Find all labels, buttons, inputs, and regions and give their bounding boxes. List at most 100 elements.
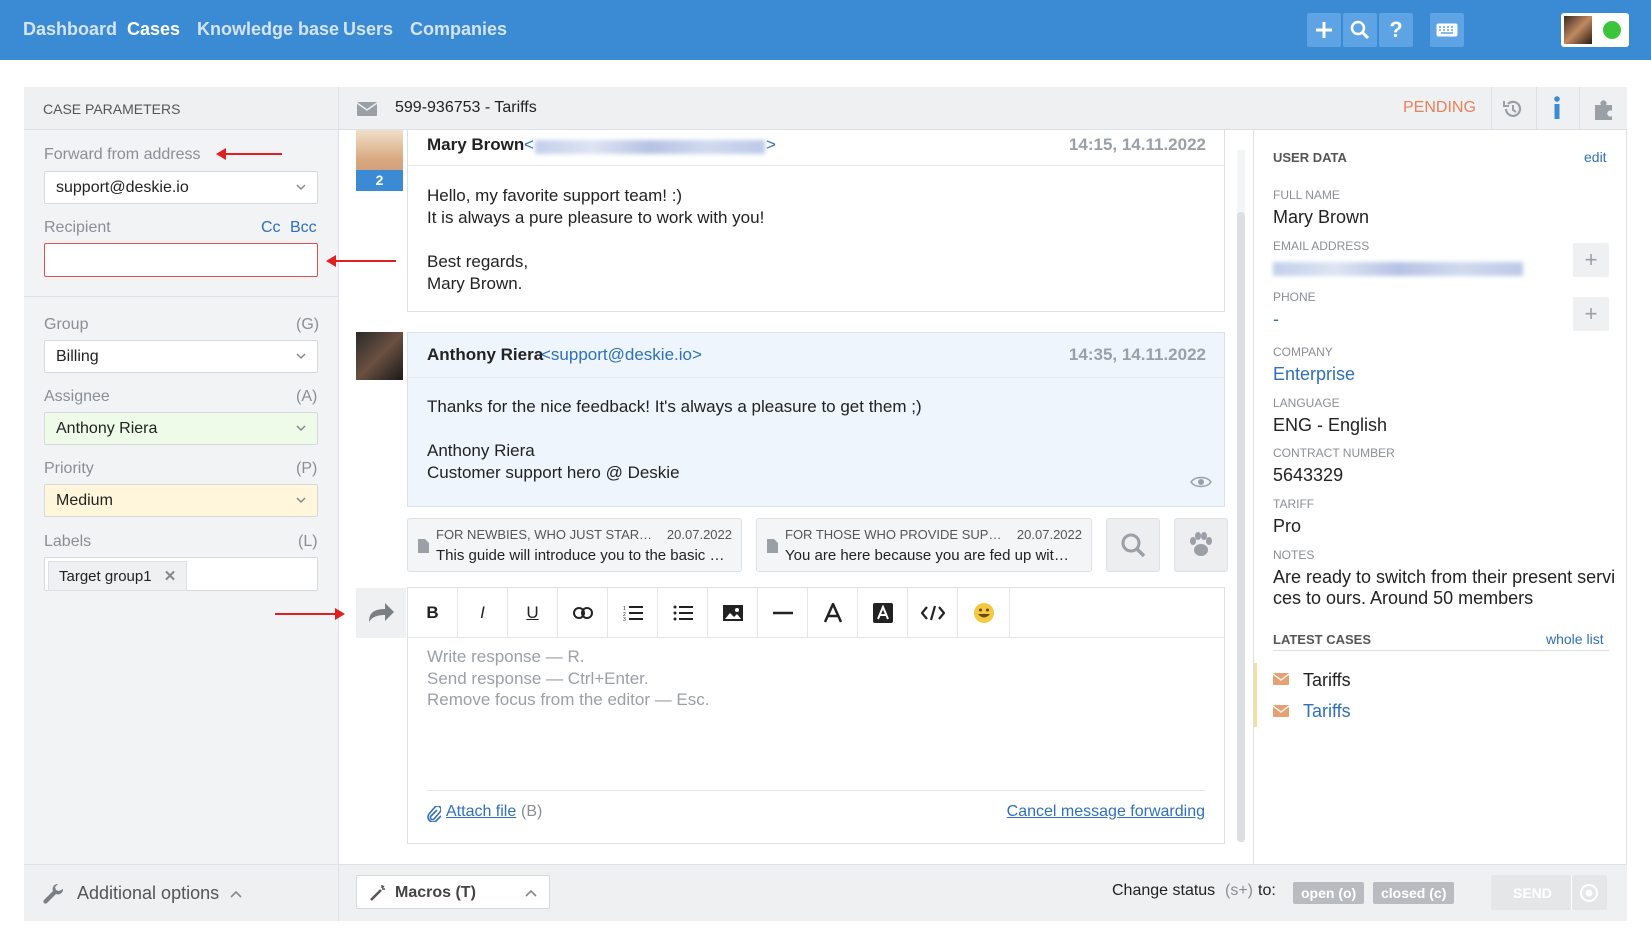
response-editor[interactable]: B I U 123 Write response — R. Send respo… xyxy=(407,587,1225,844)
latest-case-item: Tariffs xyxy=(1303,670,1351,690)
paperclip-icon xyxy=(427,806,441,822)
sender-name: Mary Brown xyxy=(427,135,525,154)
envelope-icon xyxy=(1273,705,1289,717)
kb-suggestion[interactable]: FOR THOSE WHO PROVIDE SUPPORT 20.07.2022… xyxy=(756,518,1092,572)
priority-select[interactable]: Medium xyxy=(44,484,318,517)
label-tag: Target group1 ✕ xyxy=(48,561,188,591)
italic-button[interactable]: I xyxy=(458,588,508,638)
history-icon[interactable] xyxy=(1502,98,1524,120)
macros-button[interactable]: Macros (T) xyxy=(356,875,550,909)
kb-suggestion[interactable]: FOR NEWBIES, WHO JUST STARTED 20.07.2022… xyxy=(407,518,742,572)
language-value: ENG - English xyxy=(1273,415,1388,435)
text-color-button[interactable] xyxy=(808,588,858,638)
group-value: Billing xyxy=(56,348,99,365)
priority-label: Priority xyxy=(44,460,94,477)
eye-icon[interactable] xyxy=(1190,475,1212,489)
status-closed-button[interactable]: closed (c) xyxy=(1373,882,1455,904)
language-label: LANGUAGE xyxy=(1273,396,1340,410)
paw-icon xyxy=(1190,532,1212,556)
puzzle-icon[interactable] xyxy=(1593,97,1617,121)
text-color-icon xyxy=(823,603,842,623)
wrench-icon xyxy=(43,883,64,904)
additional-options-toggle[interactable]: Additional options xyxy=(24,864,339,921)
horizontal-rule-button[interactable] xyxy=(758,588,808,638)
assignee-value: Anthony Riera xyxy=(56,420,158,437)
emoji-icon xyxy=(973,603,994,623)
search-icon[interactable] xyxy=(1343,13,1377,47)
code-button[interactable] xyxy=(908,588,958,638)
kb-search-button[interactable] xyxy=(1106,518,1160,572)
plus-icon[interactable] xyxy=(1307,13,1341,47)
cancel-forwarding-link[interactable]: Cancel message forwarding xyxy=(1007,803,1205,821)
priority-shortcut: (P) xyxy=(296,460,318,477)
sender-email[interactable]: <support@deskie.io> xyxy=(541,345,702,365)
message-line: It is always a pure pleasure to work wit… xyxy=(427,208,765,227)
highlight-button[interactable] xyxy=(858,588,908,638)
forward-label: Forward from address xyxy=(44,146,201,163)
nav-dashboard[interactable]: Dashboard xyxy=(23,19,117,40)
envelope-icon xyxy=(1273,673,1289,685)
magic-wand-icon xyxy=(370,885,385,901)
emoji-button[interactable] xyxy=(958,588,1010,638)
sender-name: Anthony Riera xyxy=(427,345,544,364)
message-card: Mary Brown < > 14:15, 14.11.2022 Hello, … xyxy=(407,130,1225,312)
link-button[interactable] xyxy=(558,588,608,638)
ordered-list-icon: 123 xyxy=(623,606,643,621)
bullet-list-button[interactable] xyxy=(658,588,708,638)
nav-cases[interactable]: Cases xyxy=(127,19,180,40)
forward-mode-button[interactable] xyxy=(356,588,406,638)
underline-button[interactable]: U xyxy=(508,588,558,638)
send-options-icon[interactable] xyxy=(1579,883,1599,903)
tariff-label: TARIFF xyxy=(1273,497,1315,511)
editor-placeholder: Write response — R. xyxy=(427,647,585,666)
info-icon[interactable] xyxy=(1552,96,1562,120)
ordered-list-button[interactable]: 123 xyxy=(608,588,658,638)
assignee-select[interactable]: Anthony Riera xyxy=(44,412,318,445)
change-status-label: Change status xyxy=(1112,882,1216,899)
bold-button[interactable]: B xyxy=(408,588,458,638)
editor-toolbar: B I U 123 xyxy=(408,588,1224,638)
company-link[interactable]: Enterprise xyxy=(1273,364,1355,385)
contract-value: 5643329 xyxy=(1273,465,1344,485)
full-name-value: Mary Brown xyxy=(1273,207,1370,227)
help-icon[interactable]: ? xyxy=(1379,13,1413,47)
macros-label: Macros (T) xyxy=(395,884,476,901)
nav-users[interactable]: Users xyxy=(343,19,393,40)
keyboard-icon[interactable] xyxy=(1430,13,1464,47)
paw-button[interactable] xyxy=(1174,518,1228,572)
labels-input[interactable]: Target group1 ✕ xyxy=(44,557,318,591)
message-line: Best regards, xyxy=(427,252,529,271)
message-line: Mary Brown. xyxy=(427,274,523,293)
full-name-label: FULL NAME xyxy=(1273,188,1340,202)
remove-tag-icon[interactable]: ✕ xyxy=(164,568,177,585)
message-card: Anthony Riera <support@deskie.io> 14:35,… xyxy=(407,332,1225,507)
attach-file-link[interactable]: Attach file xyxy=(446,803,516,821)
latest-case-link[interactable]: Tariffs xyxy=(1303,701,1351,722)
chevron-down-icon xyxy=(296,425,306,432)
svg-text:3: 3 xyxy=(623,617,626,621)
add-phone-button[interactable]: + xyxy=(1573,297,1609,331)
user-menu[interactable] xyxy=(1561,13,1629,47)
cc-link[interactable]: Cc xyxy=(261,219,281,237)
envelope-icon xyxy=(357,102,377,116)
whole-list-link[interactable]: whole list xyxy=(1546,631,1604,647)
bcc-link[interactable]: Bcc xyxy=(290,219,317,237)
send-button[interactable]: SEND xyxy=(1491,875,1607,910)
kb-snippet: This guide will introduce you to the bas… xyxy=(436,547,726,564)
phone-value[interactable]: - xyxy=(1273,309,1279,330)
forward-select[interactable]: support@deskie.io xyxy=(44,171,318,204)
editor-placeholder: Remove focus from the editor — Esc. xyxy=(427,690,710,709)
annotation-arrow xyxy=(326,255,396,267)
avatar xyxy=(356,332,403,380)
nav-companies[interactable]: Companies xyxy=(410,19,507,40)
group-select[interactable]: Billing xyxy=(44,340,318,373)
phone-label: PHONE xyxy=(1273,290,1316,304)
edit-link[interactable]: edit xyxy=(1584,149,1607,165)
image-button[interactable] xyxy=(708,588,758,638)
status-badge: PENDING xyxy=(1403,99,1476,116)
scrollbar-thumb[interactable] xyxy=(1237,212,1245,842)
nav-knowledge-base[interactable]: Knowledge base xyxy=(197,19,339,40)
status-open-button[interactable]: open (o) xyxy=(1293,882,1365,904)
add-email-button[interactable]: + xyxy=(1573,243,1609,277)
recipient-input[interactable] xyxy=(44,243,318,277)
